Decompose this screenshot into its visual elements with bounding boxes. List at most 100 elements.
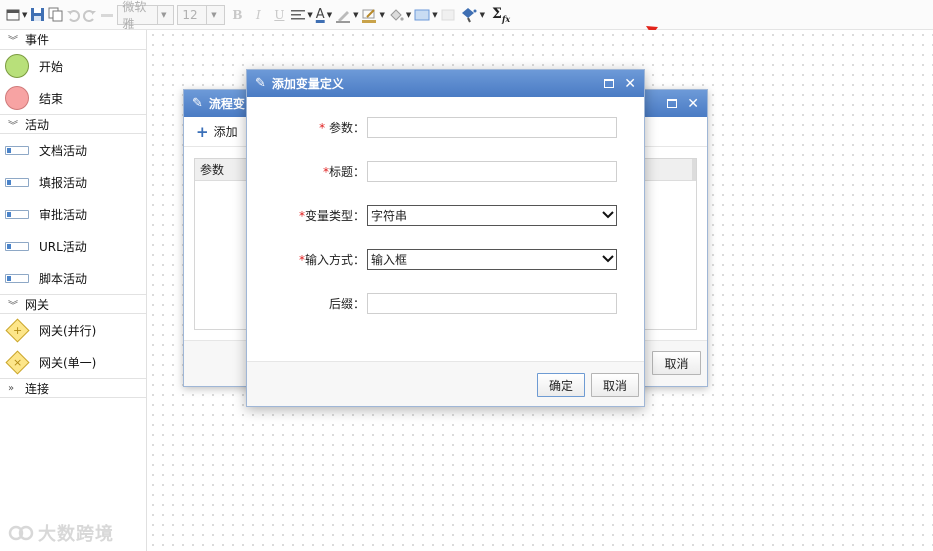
add-variable-dialog: ✎ 添加变量定义 ✕ * 参数： *标题： *变量类型： 字符串 *输入方式： xyxy=(246,69,645,407)
section-title: 连接 xyxy=(25,381,50,396)
undo-icon xyxy=(67,9,81,22)
cancel-button[interactable]: 取消 xyxy=(591,373,639,397)
palette-item-approval-activity[interactable]: 审批活动 xyxy=(0,198,146,230)
watermark-logo-icon xyxy=(8,525,34,541)
chevron-down-icon: ▼ xyxy=(157,5,169,24)
section-title: 网关 xyxy=(25,297,50,312)
sigma-glyph: Σ xyxy=(492,5,502,22)
grid-column-header[interactable]: 参数 xyxy=(200,161,224,178)
section-events-header[interactable]: ︾ 事件 xyxy=(0,30,146,50)
formula-button[interactable]: Σfx xyxy=(492,5,510,25)
field-label: *变量类型： xyxy=(298,208,365,223)
exclusive-gateway-icon: × xyxy=(4,349,30,375)
add-label: 添加 xyxy=(213,125,238,139)
input-method-select[interactable]: 输入框 xyxy=(367,248,617,270)
section-activities-header[interactable]: ︾ 活动 xyxy=(0,114,146,134)
form-row-title: *标题： xyxy=(247,160,644,182)
palette-item-label: 结束 xyxy=(39,91,64,106)
chevron-down-icon: ︾ xyxy=(8,120,18,132)
line-color-button[interactable]: ▼ xyxy=(335,5,358,25)
document-activity-icon xyxy=(5,145,29,155)
suffix-input[interactable] xyxy=(367,292,617,314)
dialog-title: 添加变量定义 xyxy=(271,77,344,91)
maximize-icon[interactable] xyxy=(667,99,678,108)
delete-button[interactable] xyxy=(100,5,114,25)
section-connections-header[interactable]: » 连接 xyxy=(0,378,146,398)
palette-item-label: 开始 xyxy=(39,59,64,74)
shadow-button[interactable] xyxy=(441,5,457,25)
plus-icon: + xyxy=(196,122,209,141)
copy-button[interactable] xyxy=(48,5,63,25)
shadow-icon xyxy=(441,9,455,20)
field-label: 后缀： xyxy=(328,296,365,311)
field-label: *输入方式： xyxy=(298,252,365,267)
pencil-icon xyxy=(336,10,351,23)
palette-item-fill-activity[interactable]: 填报活动 xyxy=(0,166,146,198)
align-button[interactable]: ▼ xyxy=(291,5,313,25)
palette-item-end[interactable]: 结束 xyxy=(0,82,146,114)
form-row-variable-type: *变量类型： 字符串 xyxy=(247,204,644,226)
chevron-right-icon: » xyxy=(8,382,15,394)
palette-item-parallel-gateway[interactable]: + 网关(并行) xyxy=(0,314,146,346)
pencil-icon: ✎ xyxy=(255,76,266,91)
underline-button[interactable]: U xyxy=(270,5,288,25)
redo-icon xyxy=(83,9,97,22)
section-title: 事件 xyxy=(25,33,50,47)
palette-item-script-activity[interactable]: 脚本活动 xyxy=(0,262,146,294)
palette-item-url-activity[interactable]: URL活动 xyxy=(0,230,146,262)
form-row-suffix: 后缀： xyxy=(247,292,644,314)
palette-item-exclusive-gateway[interactable]: × 网关(单一) xyxy=(0,346,146,378)
palette-item-label: 文档活动 xyxy=(39,143,88,158)
paint-bucket-icon xyxy=(390,8,404,21)
undo-button[interactable] xyxy=(66,5,81,25)
redo-button[interactable] xyxy=(83,5,97,25)
add-button[interactable]: + 添加 xyxy=(196,123,238,141)
chevron-down-icon xyxy=(600,211,616,219)
font-color-button[interactable]: A ▼ xyxy=(316,5,332,25)
palette-item-start[interactable]: 开始 xyxy=(0,50,146,82)
highlighter-icon xyxy=(362,8,377,23)
font-family-select[interactable]: 微软雅 ▼ xyxy=(117,0,175,31)
parallel-gateway-icon: + xyxy=(4,317,30,343)
title-input[interactable] xyxy=(367,160,617,182)
approval-activity-icon xyxy=(5,209,29,219)
sigma-subscript: fx xyxy=(501,13,511,24)
app-root: ▼ 微软雅 ▼ 12 ▼ B I U ▼ A ▼ ▼ ▼ ▼ ▼ ▼ Σfx ︾… xyxy=(0,0,933,551)
chevron-down-icon: ︾ xyxy=(8,36,18,47)
palette-item-label: 审批活动 xyxy=(39,207,88,222)
palette-item-label: 网关(单一) xyxy=(39,355,97,370)
start-event-icon xyxy=(5,54,29,78)
font-size-select[interactable]: 12 ▼ xyxy=(177,4,226,25)
ok-button[interactable]: 确定 xyxy=(537,373,585,397)
highlight-button[interactable]: ▼ xyxy=(361,5,385,25)
palette-item-label: 网关(并行) xyxy=(39,323,97,338)
fill-color-button[interactable]: ▼ xyxy=(388,5,411,25)
italic-button[interactable]: I xyxy=(249,5,267,25)
dialog-title-bar[interactable]: ✎ 添加变量定义 ✕ xyxy=(247,70,644,97)
field-label: * 参数： xyxy=(319,120,365,135)
param-input[interactable] xyxy=(367,116,617,138)
format-painter-button[interactable]: ▼ xyxy=(460,5,485,25)
cancel-button[interactable]: 取消 xyxy=(652,351,701,375)
variable-type-select[interactable]: 字符串 xyxy=(367,204,617,226)
shape-palette: ︾ 事件 开始 结束 ︾ 活动 文档活动 填报活动 审批活动 URL活动 脚本活… xyxy=(0,30,147,551)
bold-button[interactable]: B xyxy=(228,5,246,25)
editor-toolbar: ▼ 微软雅 ▼ 12 ▼ B I U ▼ A ▼ ▼ ▼ ▼ ▼ ▼ Σfx xyxy=(0,0,933,31)
maximize-icon[interactable] xyxy=(604,79,615,88)
palette-item-document-activity[interactable]: 文档活动 xyxy=(0,134,146,166)
watermark-text: 大数跨境 xyxy=(38,524,114,545)
copy-icon xyxy=(48,7,63,22)
shape-button[interactable]: ▼ xyxy=(414,5,438,25)
menu-dropdown-button[interactable]: ▼ xyxy=(6,5,27,25)
pencil-icon: ✎ xyxy=(192,96,203,111)
save-icon xyxy=(31,8,45,21)
section-gateways-header[interactable]: ︾ 网关 xyxy=(0,294,146,314)
save-button[interactable] xyxy=(30,5,45,25)
end-event-icon xyxy=(5,86,29,110)
align-icon xyxy=(291,9,306,19)
form-row-input-method: *输入方式： 输入框 xyxy=(247,248,644,270)
close-icon[interactable]: ✕ xyxy=(687,97,699,111)
palette-item-label: URL活动 xyxy=(39,239,87,254)
dialog-title: 流程变 xyxy=(208,97,245,111)
close-icon[interactable]: ✕ xyxy=(624,77,636,91)
